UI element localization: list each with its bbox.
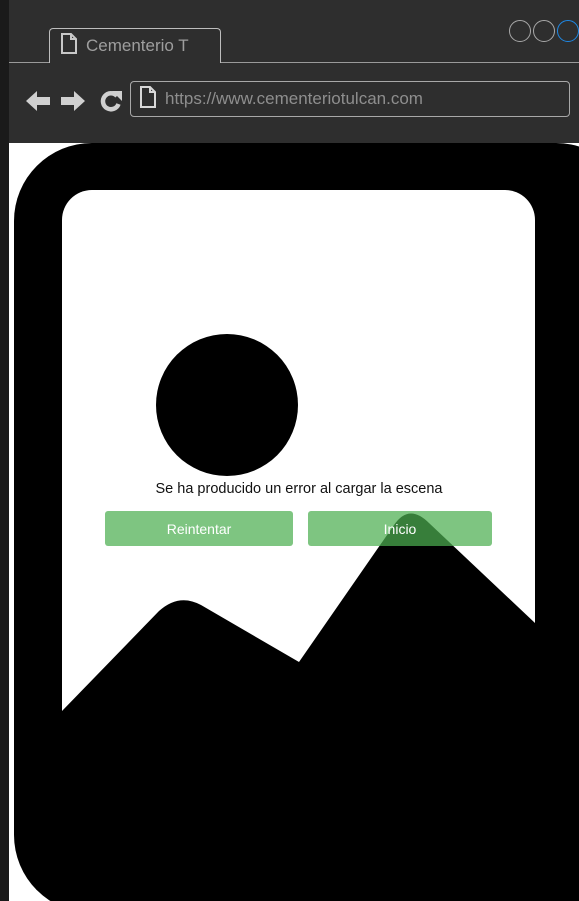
arrow-left-icon[interactable] [26, 90, 50, 117]
window-button-2[interactable] [533, 20, 555, 42]
window-controls [507, 20, 579, 42]
retry-button[interactable]: Reintentar [105, 511, 293, 546]
window-button-3[interactable] [557, 20, 579, 42]
address-bar[interactable]: https://www.cementeriotulcan.com [130, 81, 570, 117]
reload-icon[interactable] [99, 89, 123, 118]
arrow-right-icon[interactable] [61, 90, 85, 117]
browser-window: Cementerio T https://www.cementeriotulca… [0, 0, 579, 901]
tab-title: Cementerio T [86, 36, 189, 55]
window-button-1[interactable] [509, 20, 531, 42]
image-placeholder-icon [14, 143, 579, 901]
home-button[interactable]: Inicio [308, 511, 492, 546]
browser-tab[interactable]: Cementerio T [49, 28, 221, 63]
document-icon [139, 85, 157, 113]
browser-toolbar: https://www.cementeriotulcan.com [9, 63, 579, 143]
url-text: https://www.cementeriotulcan.com [165, 89, 423, 108]
document-icon [60, 33, 78, 59]
error-message: Se ha producido un error al cargar la es… [155, 481, 443, 497]
page-viewport: Se ha producido un error al cargar la es… [9, 143, 579, 901]
title-bar: Cementerio T [9, 10, 579, 63]
window-edge [0, 0, 9, 901]
